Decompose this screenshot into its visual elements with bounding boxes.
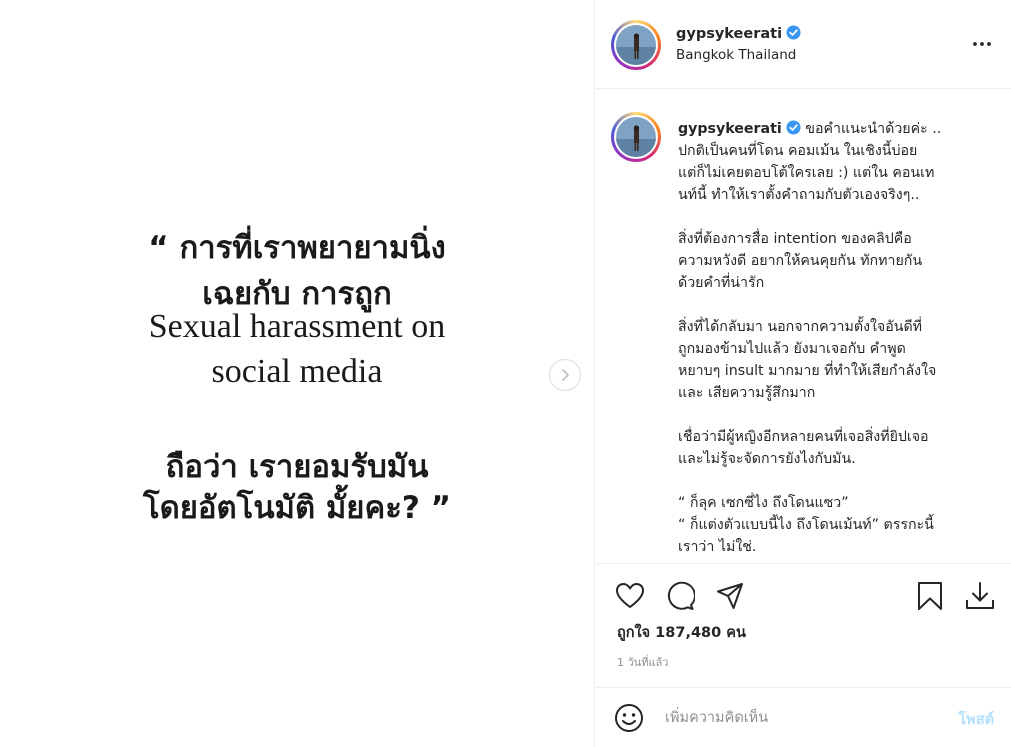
- caption-avatar[interactable]: [611, 112, 661, 162]
- caption-username[interactable]: gypsykeerati: [678, 121, 782, 137]
- quote-line-4: social media: [211, 353, 383, 390]
- avatar[interactable]: [611, 20, 661, 70]
- caption-scroll-area[interactable]: gypsykeerati ขอคำแนะนำด้วยค่ะ .. ปกติเป็…: [595, 90, 1011, 564]
- share-button[interactable]: [713, 579, 747, 613]
- caption-line: นท์นี้ ทำให้เราตั้งคำถามกับตัวเองจริงๆ..: [678, 187, 920, 203]
- post-timestamp[interactable]: 1 วันที่แล้ว: [617, 653, 668, 671]
- caption-first-text: ขอคำแนะนำด้วยค่ะ ..: [805, 121, 942, 137]
- caption-paragraph-4: เชื่อว่ามีผู้หญิงอีกหลายคนที่เจอสิ่งที่ย…: [678, 426, 988, 470]
- quote-line-3: Sexual harassment on: [148, 308, 446, 345]
- download-icon: [966, 582, 994, 609]
- comment-button[interactable]: [663, 579, 697, 613]
- header-username[interactable]: gypsykeerati: [676, 25, 801, 42]
- comment-input[interactable]: [665, 704, 935, 732]
- caption-line: หยาบๆ insult มากมาย ที่ทำให้เสียกำลังใจ: [678, 363, 937, 379]
- caption-line: ด้วยคำที่น่ารัก: [678, 275, 765, 291]
- header-location[interactable]: Bangkok Thailand: [676, 47, 796, 63]
- caption-avatar-image: [616, 117, 656, 157]
- caption-line: “ ก็แต่งตัวแบบนี้ไง ถึงโดนเม้นท์” ตรรกะน…: [678, 517, 934, 533]
- chevron-right-icon: [562, 369, 569, 381]
- caption-line: ถูกมองข้ามไปแล้ว ยังมาเจอกับ คำพูด: [678, 341, 906, 357]
- share-icon: [717, 583, 743, 609]
- action-bar: [595, 565, 1011, 625]
- caption-paragraph-3: สิ่งที่ได้กลับมา นอกจากความตั้งใจอันดีที…: [678, 316, 988, 404]
- caption-line: และไม่รู้จะจัดการยังไงกับมัน.: [678, 451, 856, 467]
- verified-badge-icon: [786, 120, 801, 135]
- caption-line: เราว่า ไม่ใช่.: [678, 539, 757, 555]
- caption-paragraph-2: สิ่งที่ต้องการสื่อ intention ของคลิปคือ …: [678, 228, 988, 294]
- caption-first-line: gypsykeerati ขอคำแนะนำด้วยค่ะ ..: [678, 118, 988, 140]
- quote-line-1: “ การที่เราพยายามนิ่ง: [148, 230, 446, 266]
- caption-line: และ เสียความรู้สึกมาก: [678, 385, 816, 401]
- heart-icon: [616, 583, 644, 608]
- header-username-text: gypsykeerati: [676, 26, 783, 42]
- emoji-icon[interactable]: [613, 702, 645, 734]
- like-button[interactable]: [613, 579, 647, 613]
- caption-line: สิ่งที่ต้องการสื่อ intention ของคลิปคือ: [678, 231, 912, 247]
- caption-paragraph-5: “ ก็ลุค เซกซี่ไง ถึงโดนแซว” “ ก็แต่งตัวแ…: [678, 492, 988, 558]
- caption-line: “ ก็ลุค เซกซี่ไง ถึงโดนแซว”: [678, 495, 849, 511]
- next-media-button[interactable]: [549, 359, 581, 391]
- download-button[interactable]: [963, 579, 997, 613]
- bookmark-icon: [918, 582, 942, 610]
- comment-icon: [667, 581, 695, 610]
- caption-line: แต่ก็ไม่เคยตอบโต้ใครเลย :) แต่ใน คอนเท: [678, 165, 935, 181]
- verified-badge-icon: [786, 25, 801, 40]
- post-media[interactable]: “ การที่เราพยายามนิ่ง เฉยกับ การถูก Sexu…: [0, 0, 594, 747]
- caption-line: ความหวังดี อยากให้คนคุยกัน ทักทายกัน: [678, 253, 923, 269]
- post-header: gypsykeerati Bangkok Thailand: [595, 0, 1011, 89]
- save-button[interactable]: [913, 579, 947, 613]
- quote-line-6: โดยอัตโนมัติ มั้ยคะ? ”: [142, 490, 452, 526]
- post-side-panel: gypsykeerati Bangkok Thailand gypsykeera…: [594, 0, 1011, 747]
- comment-box: โพสต์: [595, 687, 1011, 747]
- caption-line: ปกติเป็นคนที่โดน คอมเม้น ในเชิงนี้บ่อย: [678, 143, 918, 159]
- post-comment-button[interactable]: โพสต์: [958, 708, 994, 731]
- likes-count[interactable]: ถูกใจ 187,480 คน: [617, 621, 746, 644]
- caption-text: gypsykeerati ขอคำแนะนำด้วยค่ะ .. ปกติเป็…: [678, 118, 988, 558]
- avatar-image: [616, 25, 656, 65]
- caption-line: เชื่อว่ามีผู้หญิงอีกหลายคนที่เจอสิ่งที่ย…: [678, 429, 929, 445]
- caption-line: สิ่งที่ได้กลับมา นอกจากความตั้งใจอันดีที…: [678, 319, 923, 335]
- more-options-icon[interactable]: [970, 34, 994, 54]
